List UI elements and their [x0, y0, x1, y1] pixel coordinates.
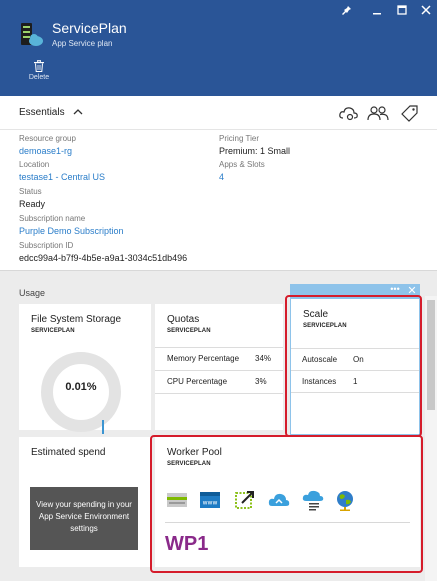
- users-icon[interactable]: [367, 104, 389, 122]
- pin-icon[interactable]: [338, 3, 356, 17]
- status-label: Status: [19, 187, 42, 196]
- storage-donut-progress: [102, 420, 104, 434]
- close-icon[interactable]: [417, 3, 435, 17]
- cpu-percentage-label: CPU Percentage: [167, 377, 228, 386]
- quotas-row-divider: [155, 347, 283, 348]
- quotas-row-divider: [155, 393, 283, 394]
- worker-pool-highlight-box: [150, 435, 423, 573]
- file-storage-subtitle: SERVICEPLAN: [31, 328, 75, 334]
- page-title: ServicePlan: [52, 20, 127, 36]
- memory-percentage-label: Memory Percentage: [167, 354, 240, 363]
- status-value: Ready: [19, 199, 46, 209]
- location-link[interactable]: testase1 - Central US: [19, 172, 105, 182]
- chevron-up-icon[interactable]: [73, 107, 83, 117]
- blade-header: ServicePlan App Service plan Delete: [0, 0, 437, 96]
- scale-highlight-box: [285, 295, 422, 437]
- essentials-title: Essentials: [19, 107, 65, 118]
- trash-icon: [34, 60, 44, 72]
- subscription-id-value: edcc99a4-b7f9-4b5e-a9a1-3034c51db496: [19, 253, 188, 263]
- estimated-spend-message[interactable]: View your spending in your App Service E…: [30, 487, 138, 550]
- quotas-title: Quotas: [167, 314, 200, 325]
- app-service-plan-icon: [21, 23, 43, 46]
- estimated-spend-title: Estimated spend: [31, 447, 106, 458]
- pricing-tier-value: Premium: 1 Small: [219, 146, 291, 156]
- subscription-name-label: Subscription name: [19, 214, 86, 223]
- vertical-scrollbar[interactable]: [425, 296, 437, 581]
- usage-title: Usage: [19, 288, 46, 298]
- maximize-icon[interactable]: [393, 3, 411, 17]
- page-subtitle: App Service plan: [52, 39, 113, 48]
- scrollbar-thumb[interactable]: [427, 300, 435, 410]
- quotas-tile[interactable]: Quotas SERVICEPLAN Memory Percentage 34%…: [155, 304, 283, 430]
- quotas-subtitle: SERVICEPLAN: [167, 328, 211, 334]
- resource-group-label: Resource group: [19, 134, 76, 143]
- resource-group-link[interactable]: demoase1-rg: [19, 146, 72, 156]
- quotas-row-divider: [155, 370, 283, 371]
- subscription-id-label: Subscription ID: [19, 241, 74, 250]
- cloud-settings-icon[interactable]: [338, 104, 360, 122]
- minimize-icon[interactable]: [368, 3, 386, 17]
- cpu-percentage-value: 3%: [255, 377, 267, 386]
- location-label: Location: [19, 160, 50, 169]
- tag-icon[interactable]: [398, 104, 420, 122]
- storage-percentage: 0.01%: [65, 381, 97, 393]
- memory-percentage-value: 34%: [255, 354, 272, 363]
- apps-slots-link[interactable]: 4: [219, 172, 224, 182]
- file-storage-title: File System Storage: [31, 314, 122, 325]
- pricing-tier-label: Pricing Tier: [219, 134, 260, 143]
- apps-slots-label: Apps & Slots: [219, 160, 265, 169]
- delete-label: Delete: [28, 74, 50, 81]
- delete-button[interactable]: Delete: [26, 60, 52, 81]
- subscription-name-link[interactable]: Purple Demo Subscription: [19, 226, 124, 236]
- file-storage-tile[interactable]: File System Storage SERVICEPLAN 0.01%: [19, 304, 151, 434]
